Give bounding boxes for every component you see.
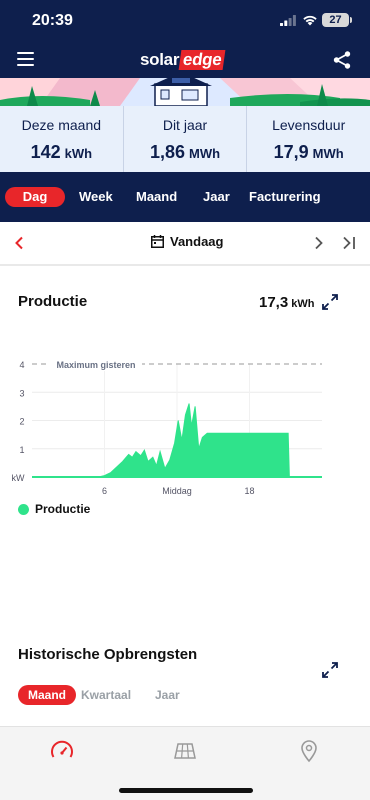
share-icon[interactable] — [332, 50, 352, 70]
reference-label: Maximum gisteren — [56, 360, 135, 370]
battery-indicator: 27 — [322, 13, 349, 27]
stat-value: 1,86 MWh — [149, 142, 221, 162]
subtab-year[interactable]: Jaar — [155, 688, 180, 702]
period-tabs: Dag Week Maand Jaar Facturering — [0, 172, 370, 222]
calendar-icon — [151, 235, 164, 248]
production-chart: 1 2 3 4 Maximum gisteren kW 6 Middag 18 — [12, 357, 322, 496]
solar-panel-icon[interactable] — [173, 739, 197, 763]
tab-day[interactable]: Dag — [5, 187, 65, 207]
production-title: Productie — [18, 293, 88, 310]
app-header: solar edge — [0, 42, 370, 78]
tab-billing[interactable]: Facturering — [249, 189, 321, 204]
y-tick-label: 3 — [19, 388, 24, 398]
x-tick-label: 6 — [102, 486, 107, 496]
status-bar: 20:39 27 — [0, 0, 370, 42]
tab-month[interactable]: Maand — [136, 189, 177, 204]
tab-year[interactable]: Jaar — [203, 189, 230, 204]
legend-swatch — [18, 503, 29, 515]
battery-tip — [350, 17, 352, 23]
expand-icon[interactable] — [322, 294, 338, 310]
house-illustration — [0, 78, 370, 106]
y-tick-label: 2 — [19, 417, 24, 427]
signal-icon — [280, 15, 296, 26]
y-tick-label: 4 — [19, 360, 24, 370]
tab-week[interactable]: Week — [79, 189, 113, 204]
x-tick-label: 18 — [244, 486, 254, 496]
stat-value: 17,9 MWh — [273, 142, 344, 162]
stat-lifetime: Levensduur 17,9 MWh — [246, 106, 370, 172]
jump-to-today-icon[interactable] — [342, 236, 356, 250]
expand-icon[interactable] — [322, 662, 338, 678]
solaredge-logo: solar edge — [140, 49, 227, 71]
menu-icon[interactable] — [17, 52, 34, 66]
stat-this-month: Deze maand 142 kWh — [0, 106, 123, 172]
subtab-quarter[interactable]: Kwartaal — [81, 688, 131, 702]
stat-this-year: Dit jaar 1,86 MWh — [122, 106, 247, 172]
date-selector[interactable]: Vandaag — [151, 234, 223, 249]
chevron-right-icon[interactable] — [314, 236, 324, 250]
location-pin-icon[interactable] — [297, 739, 321, 763]
x-tick-label: Middag — [162, 486, 192, 496]
date-label: Vandaag — [170, 234, 224, 249]
stat-label: Levensduur — [272, 117, 346, 133]
subtab-month[interactable]: Maand — [18, 685, 76, 705]
y-tick-label: 1 — [19, 445, 24, 455]
date-navigation: Vandaag — [0, 222, 370, 266]
y-axis-label: kW — [12, 473, 26, 483]
energy-stats: Deze maand 142 kWh Dit jaar 1,86 MWh Leven… — [0, 106, 370, 172]
gauge-icon[interactable] — [50, 739, 74, 763]
stat-label: Deze maand — [21, 117, 102, 133]
production-total: 17,3 kWh — [259, 294, 315, 311]
chart-legend: Productie — [18, 502, 90, 516]
home-indicator — [119, 788, 253, 793]
chevron-left-icon[interactable] — [14, 236, 24, 250]
wifi-icon — [303, 15, 317, 26]
legend-label: Productie — [35, 502, 91, 516]
historical-title: Historische Opbrengsten — [18, 646, 198, 663]
stat-value: 142 kWh — [30, 142, 93, 162]
clock: 20:39 — [32, 12, 73, 29]
stat-label: Dit jaar — [162, 117, 208, 133]
